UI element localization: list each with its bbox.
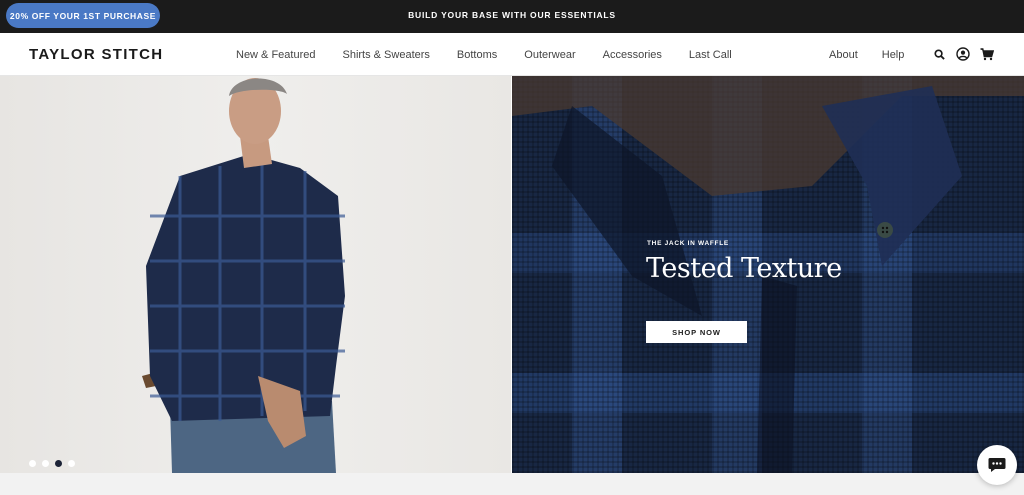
carousel-dot[interactable]	[42, 460, 49, 467]
nav-about[interactable]: About	[829, 49, 858, 61]
main-nav: New & Featured Shirts & Sweaters Bottoms…	[236, 33, 759, 76]
carousel-dot[interactable]	[29, 460, 36, 467]
shop-now-button[interactable]: SHOP NOW	[646, 321, 747, 343]
account-icon[interactable]	[955, 46, 971, 62]
nav-shirts-sweaters[interactable]: Shirts & Sweaters	[342, 49, 429, 61]
cart-icon[interactable]	[979, 46, 995, 62]
model-illustration	[142, 78, 345, 473]
nav-new-featured[interactable]: New & Featured	[236, 49, 315, 61]
promo-button[interactable]: 20% OFF YOUR 1ST PURCHASE	[6, 3, 160, 28]
announcement-bar: 20% OFF YOUR 1ST PURCHASE BUILD YOUR BAS…	[0, 0, 1024, 33]
hero-banner: THE JACK IN WAFFLE Tested Texture SHOP N…	[0, 76, 1024, 473]
nav-help[interactable]: Help	[882, 49, 905, 61]
nav-outerwear[interactable]: Outerwear	[524, 49, 575, 61]
carousel-dots	[29, 460, 75, 467]
nav-last-call[interactable]: Last Call	[689, 49, 732, 61]
page-bottom-strip	[0, 473, 1024, 495]
chat-icon[interactable]	[977, 445, 1017, 485]
carousel-dot[interactable]	[68, 460, 75, 467]
nav-bottoms[interactable]: Bottoms	[457, 49, 497, 61]
utility-nav: About Help	[829, 33, 928, 76]
hero-image-model[interactable]	[0, 76, 511, 473]
search-icon[interactable]	[931, 46, 947, 62]
carousel-dot-active[interactable]	[55, 460, 62, 467]
site-header: TAYLOR STITCH New & Featured Shirts & Sw…	[0, 33, 1024, 76]
nav-accessories[interactable]: Accessories	[603, 49, 662, 61]
logo[interactable]: TAYLOR STITCH	[29, 33, 163, 76]
hero-eyebrow: THE JACK IN WAFFLE	[647, 240, 729, 247]
hero-headline: Tested Texture	[646, 253, 842, 284]
